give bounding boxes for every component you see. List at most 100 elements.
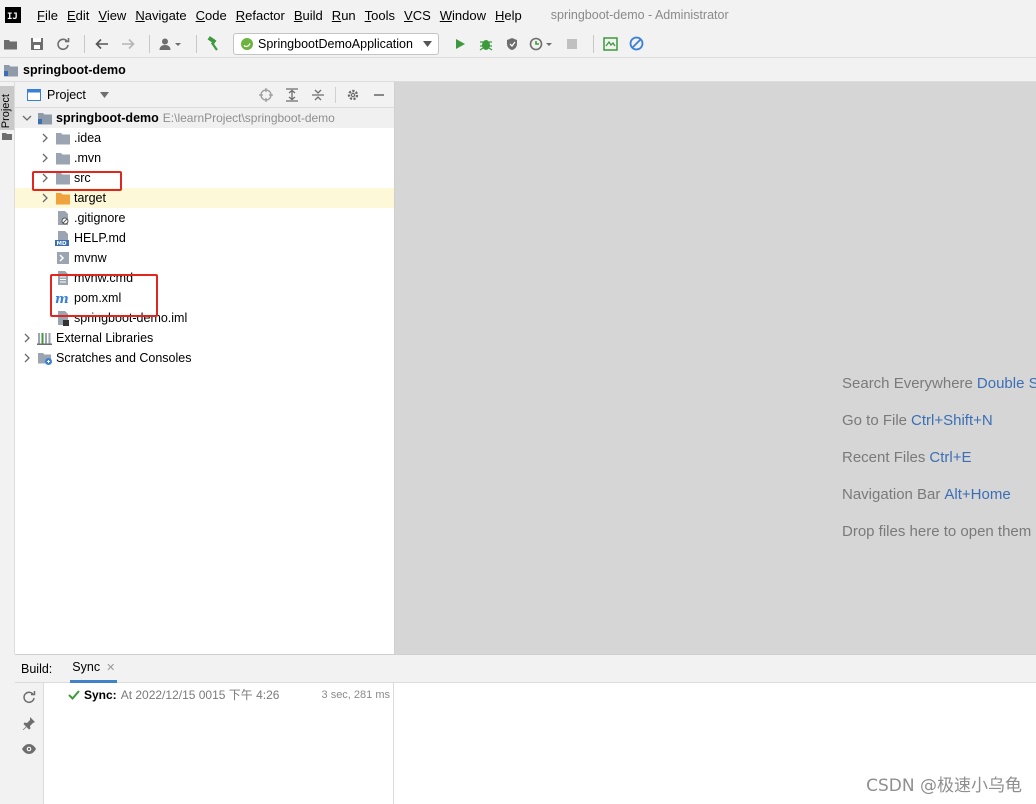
- highlight-box-mvn: [32, 171, 122, 191]
- toolbar-separator: [149, 34, 150, 53]
- project-tree: springboot-demo E:\learnProject\springbo…: [15, 108, 394, 368]
- hammer-build-icon[interactable]: [203, 33, 225, 55]
- sync-duration: 3 sec, 281 ms: [321, 688, 390, 701]
- stop-icon[interactable]: [561, 33, 583, 55]
- chevron-right-icon[interactable]: [39, 192, 51, 204]
- chevron-right-icon[interactable]: [39, 132, 51, 144]
- disable-icon[interactable]: [626, 33, 648, 55]
- watermark-text: CSDN @极速小乌龟: [866, 776, 1022, 796]
- tree-item-label: target: [74, 191, 106, 205]
- folder-icon: [55, 150, 71, 166]
- tree-item[interactable]: .idea: [15, 128, 394, 148]
- chevron-down-icon: [422, 40, 432, 47]
- svg-text:MD: MD: [57, 241, 67, 246]
- hint-drop-files: Drop files here to open them: [842, 523, 1031, 540]
- project-tool-tab[interactable]: Project: [0, 86, 14, 130]
- tab-sync[interactable]: Sync ✕: [70, 655, 118, 683]
- build-tree: Sync: At 2022/12/15 0015 下午 4:26 3 sec, …: [44, 683, 394, 804]
- editor-empty-area[interactable]: Search Everywhere Double S Go to File Ctrl…: [395, 82, 1036, 654]
- chevron-right-icon[interactable]: [21, 332, 33, 344]
- folder-icon: [2, 133, 12, 140]
- collapse-all-icon[interactable]: [309, 86, 327, 104]
- hint-search-everywhere: Search Everywhere Double S: [842, 375, 1036, 392]
- run-icon[interactable]: [449, 33, 471, 55]
- debug-icon[interactable]: [475, 33, 497, 55]
- menu-help-label: elp: [504, 7, 522, 23]
- project-view-title[interactable]: Project: [47, 88, 86, 102]
- menu-run-mnemonic: R: [331, 7, 342, 23]
- hint-text: Go to File: [842, 412, 908, 429]
- tree-item-label: .idea: [74, 131, 102, 145]
- sync-icon[interactable]: [52, 33, 74, 55]
- project-folder-icon: [4, 64, 18, 76]
- locate-icon[interactable]: [257, 86, 275, 104]
- main-toolbar: SpringbootDemoApplication: [0, 30, 1036, 58]
- tree-root[interactable]: springboot-demo E:\learnProject\springbo…: [15, 108, 394, 128]
- sync-result-row[interactable]: Sync: At 2022/12/15 0015 下午 4:26 3 sec, …: [68, 686, 390, 703]
- pin-icon[interactable]: [21, 715, 37, 731]
- menu-file[interactable]: File: [37, 8, 58, 23]
- coverage-icon[interactable]: [501, 33, 523, 55]
- breadcrumb-project[interactable]: springboot-demo: [23, 63, 126, 77]
- tree-item[interactable]: mvnw: [15, 248, 394, 268]
- menu-tools-label: ools: [371, 7, 396, 23]
- chevron-down-icon[interactable]: [99, 91, 109, 98]
- menu-build-label: uild: [302, 7, 323, 23]
- hint-text: Drop files here to open them: [842, 523, 1032, 540]
- tree-item[interactable]: .mvn: [15, 148, 394, 168]
- forward-arrow-icon[interactable]: [117, 33, 139, 55]
- menu-navigate[interactable]: Navigate: [135, 8, 186, 23]
- menu-code-label: ode: [205, 7, 227, 23]
- menu-code[interactable]: Code: [196, 8, 227, 23]
- tree-item-label: External Libraries: [56, 331, 154, 345]
- menu-run[interactable]: Run: [332, 8, 356, 23]
- gear-icon[interactable]: [344, 86, 362, 104]
- menu-vcs[interactable]: VCS: [404, 8, 431, 23]
- menu-build-mnemonic: B: [293, 7, 303, 23]
- menu-refactor-mnemonic: R: [235, 7, 246, 23]
- menu-view-label: iew: [106, 7, 127, 23]
- menu-edit-label: dit: [75, 7, 90, 23]
- tree-item[interactable]: .gitignore: [15, 208, 394, 228]
- tree-item[interactable]: target: [15, 188, 394, 208]
- hint-text: Navigation Bar: [842, 486, 941, 503]
- excluded-folder-icon: [55, 190, 71, 206]
- menu-edit[interactable]: Edit: [67, 8, 89, 23]
- menu-help-mnemonic: H: [495, 7, 505, 23]
- menu-help[interactable]: Help: [495, 8, 522, 23]
- menu-code-mnemonic: C: [195, 7, 206, 23]
- navigation-bar: springboot-demo: [0, 58, 1036, 82]
- hint-shortcut: Ctrl+E: [929, 449, 972, 466]
- monitor-icon[interactable]: [600, 33, 622, 55]
- profiler-icon[interactable]: [527, 33, 557, 55]
- tree-item-scratches[interactable]: Scratches and Consoles: [15, 348, 394, 368]
- back-arrow-icon[interactable]: [91, 33, 113, 55]
- user-dropdown-icon[interactable]: [156, 33, 186, 55]
- tree-item[interactable]: MD HELP.md: [15, 228, 394, 248]
- minimize-icon[interactable]: [370, 86, 388, 104]
- eye-icon[interactable]: [21, 741, 37, 757]
- menu-build[interactable]: Build: [294, 8, 323, 23]
- menu-tools[interactable]: Tools: [365, 8, 395, 23]
- chevron-down-icon[interactable]: [21, 112, 33, 124]
- menu-view[interactable]: View: [98, 8, 126, 23]
- open-folder-icon[interactable]: [0, 33, 22, 55]
- sync-icon[interactable]: [21, 689, 37, 705]
- tree-item-label: Scratches and Consoles: [56, 351, 192, 365]
- gitignore-file-icon: [55, 210, 71, 226]
- chevron-right-icon[interactable]: [39, 152, 51, 164]
- toolbar-separator: [196, 34, 197, 53]
- menu-refactor[interactable]: Refactor: [236, 8, 285, 23]
- highlight-box-mvnw: [50, 274, 158, 317]
- chevron-right-icon[interactable]: [21, 352, 33, 364]
- menu-navigate-label: avigate: [144, 7, 187, 23]
- build-header: Build: Sync ✕: [15, 655, 1036, 683]
- tree-item-external-libraries[interactable]: External Libraries: [15, 328, 394, 348]
- menu-navigate-mnemonic: N: [135, 7, 145, 23]
- save-icon[interactable]: [26, 33, 48, 55]
- project-panel-header: Project: [15, 82, 394, 108]
- run-configuration-select[interactable]: SpringbootDemoApplication: [233, 32, 439, 55]
- expand-all-icon[interactable]: [283, 86, 301, 104]
- menu-window[interactable]: Window: [440, 8, 486, 23]
- close-icon[interactable]: ✕: [106, 661, 115, 674]
